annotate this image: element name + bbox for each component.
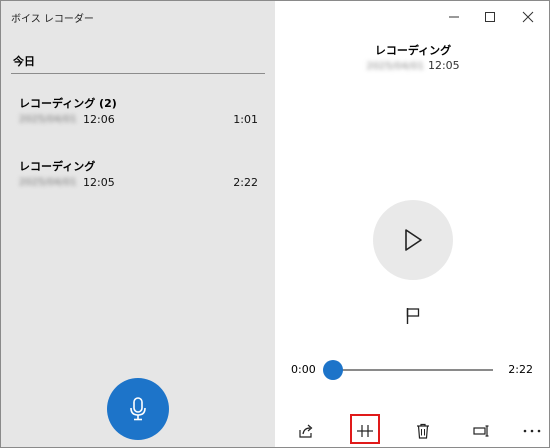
flag-icon [406, 308, 420, 324]
share-icon [299, 424, 313, 438]
recording-title: レコーディング (2) [19, 97, 117, 110]
playback-pane: レコーディング 2025/04/01 12:05 0:00 2:22 [275, 1, 549, 447]
total-time: 2:22 [508, 363, 533, 376]
recording-time: 12:06 [83, 113, 115, 126]
maximize-button[interactable] [473, 5, 507, 29]
minimize-button[interactable] [437, 5, 471, 29]
record-button[interactable] [107, 378, 169, 440]
share-button[interactable] [292, 418, 320, 444]
minimize-icon [449, 16, 459, 18]
playback-time: 12:05 [427, 59, 460, 72]
recording-date: 2025/04/01 [19, 114, 77, 125]
app-title: ボイス レコーダー [11, 14, 94, 25]
recording-list-item[interactable]: レコーディング 2025/04/01 12:05 2:22 [1, 158, 275, 210]
close-button[interactable] [511, 5, 545, 29]
recordings-pane: ボイス レコーダー 今日 レコーディング (2) 2025/04/01 12:0… [1, 1, 275, 447]
playback-title: レコーディング [374, 44, 452, 57]
recording-list-item[interactable]: レコーディング (2) 2025/04/01 12:06 1:01 [1, 95, 275, 147]
playback-date: 2025/04/01 [366, 61, 424, 72]
section-header-today: 今日 [13, 55, 35, 68]
more-icon [523, 429, 541, 433]
current-time: 0:00 [291, 363, 316, 376]
delete-button[interactable] [409, 418, 437, 444]
rename-button[interactable] [468, 418, 496, 444]
trash-icon [417, 423, 429, 439]
section-divider [11, 73, 265, 74]
add-marker-button[interactable] [403, 305, 423, 327]
microphone-icon [130, 397, 146, 421]
playback-slider-thumb[interactable] [323, 360, 343, 380]
recording-duration: 2:22 [233, 176, 258, 189]
trim-button-highlight [350, 414, 380, 444]
more-button[interactable] [518, 418, 546, 444]
play-icon [405, 229, 422, 251]
playback-slider[interactable] [333, 369, 493, 371]
recording-title: レコーディング [19, 160, 96, 173]
play-button[interactable] [373, 200, 453, 280]
rename-icon [473, 425, 489, 437]
maximize-icon [485, 12, 495, 22]
recording-time: 12:05 [83, 176, 115, 189]
playback-subtitle: 2025/04/01 12:05 [275, 59, 549, 72]
recording-date: 2025/04/01 [19, 177, 77, 188]
app-window: ボイス レコーダー 今日 レコーディング (2) 2025/04/01 12:0… [0, 0, 550, 448]
recording-duration: 1:01 [233, 113, 258, 126]
close-icon [522, 11, 534, 23]
